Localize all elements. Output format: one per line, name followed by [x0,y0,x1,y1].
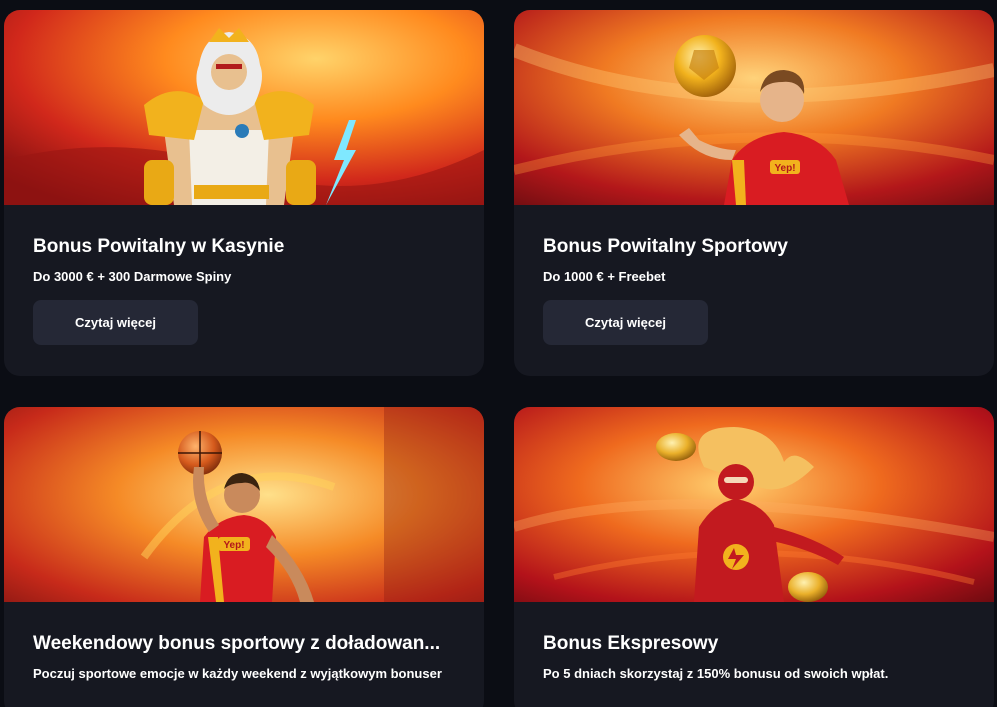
basketball-player-image: Yep! [4,407,484,602]
zeus-character-image [4,10,484,205]
promo-card-sports-welcome[interactable]: Yep! Bonus Powitalny Sportowy Do 1000 € … [514,10,994,376]
promo-subtitle: Poczuj sportowe emocje w każdy weekend z… [33,666,442,681]
promo-subtitle: Do 3000 € + 300 Darmowe Spiny [33,269,232,284]
svg-text:Yep!: Yep! [774,163,795,174]
svg-text:Yep!: Yep! [223,540,244,551]
promo-card-express-bonus[interactable]: Bonus Ekspresowy Po 5 dniach skorzystaj … [514,407,994,707]
read-more-button[interactable]: Czytaj więcej [543,300,708,345]
promotions-grid: Bonus Powitalny w Kasynie Do 3000 € + 30… [0,0,997,707]
read-more-button[interactable]: Czytaj więcej [33,300,198,345]
promo-subtitle: Po 5 dniach skorzystaj z 150% bonusu od … [543,666,889,681]
football-player-image: Yep! [514,10,994,205]
promo-title: Weekendowy bonus sportowy z doładowan... [33,633,441,654]
promo-title: Bonus Ekspresowy [543,633,719,654]
promo-subtitle: Do 1000 € + Freebet [543,269,666,284]
speedster-hero-image [514,407,994,602]
promo-title: Bonus Powitalny Sportowy [543,236,788,257]
promo-card-weekend-sports[interactable]: Yep! Weekendowy bonus sportowy z doładow… [4,407,484,707]
promo-card-casino-welcome[interactable]: Bonus Powitalny w Kasynie Do 3000 € + 30… [4,10,484,376]
promo-title: Bonus Powitalny w Kasynie [33,236,285,257]
